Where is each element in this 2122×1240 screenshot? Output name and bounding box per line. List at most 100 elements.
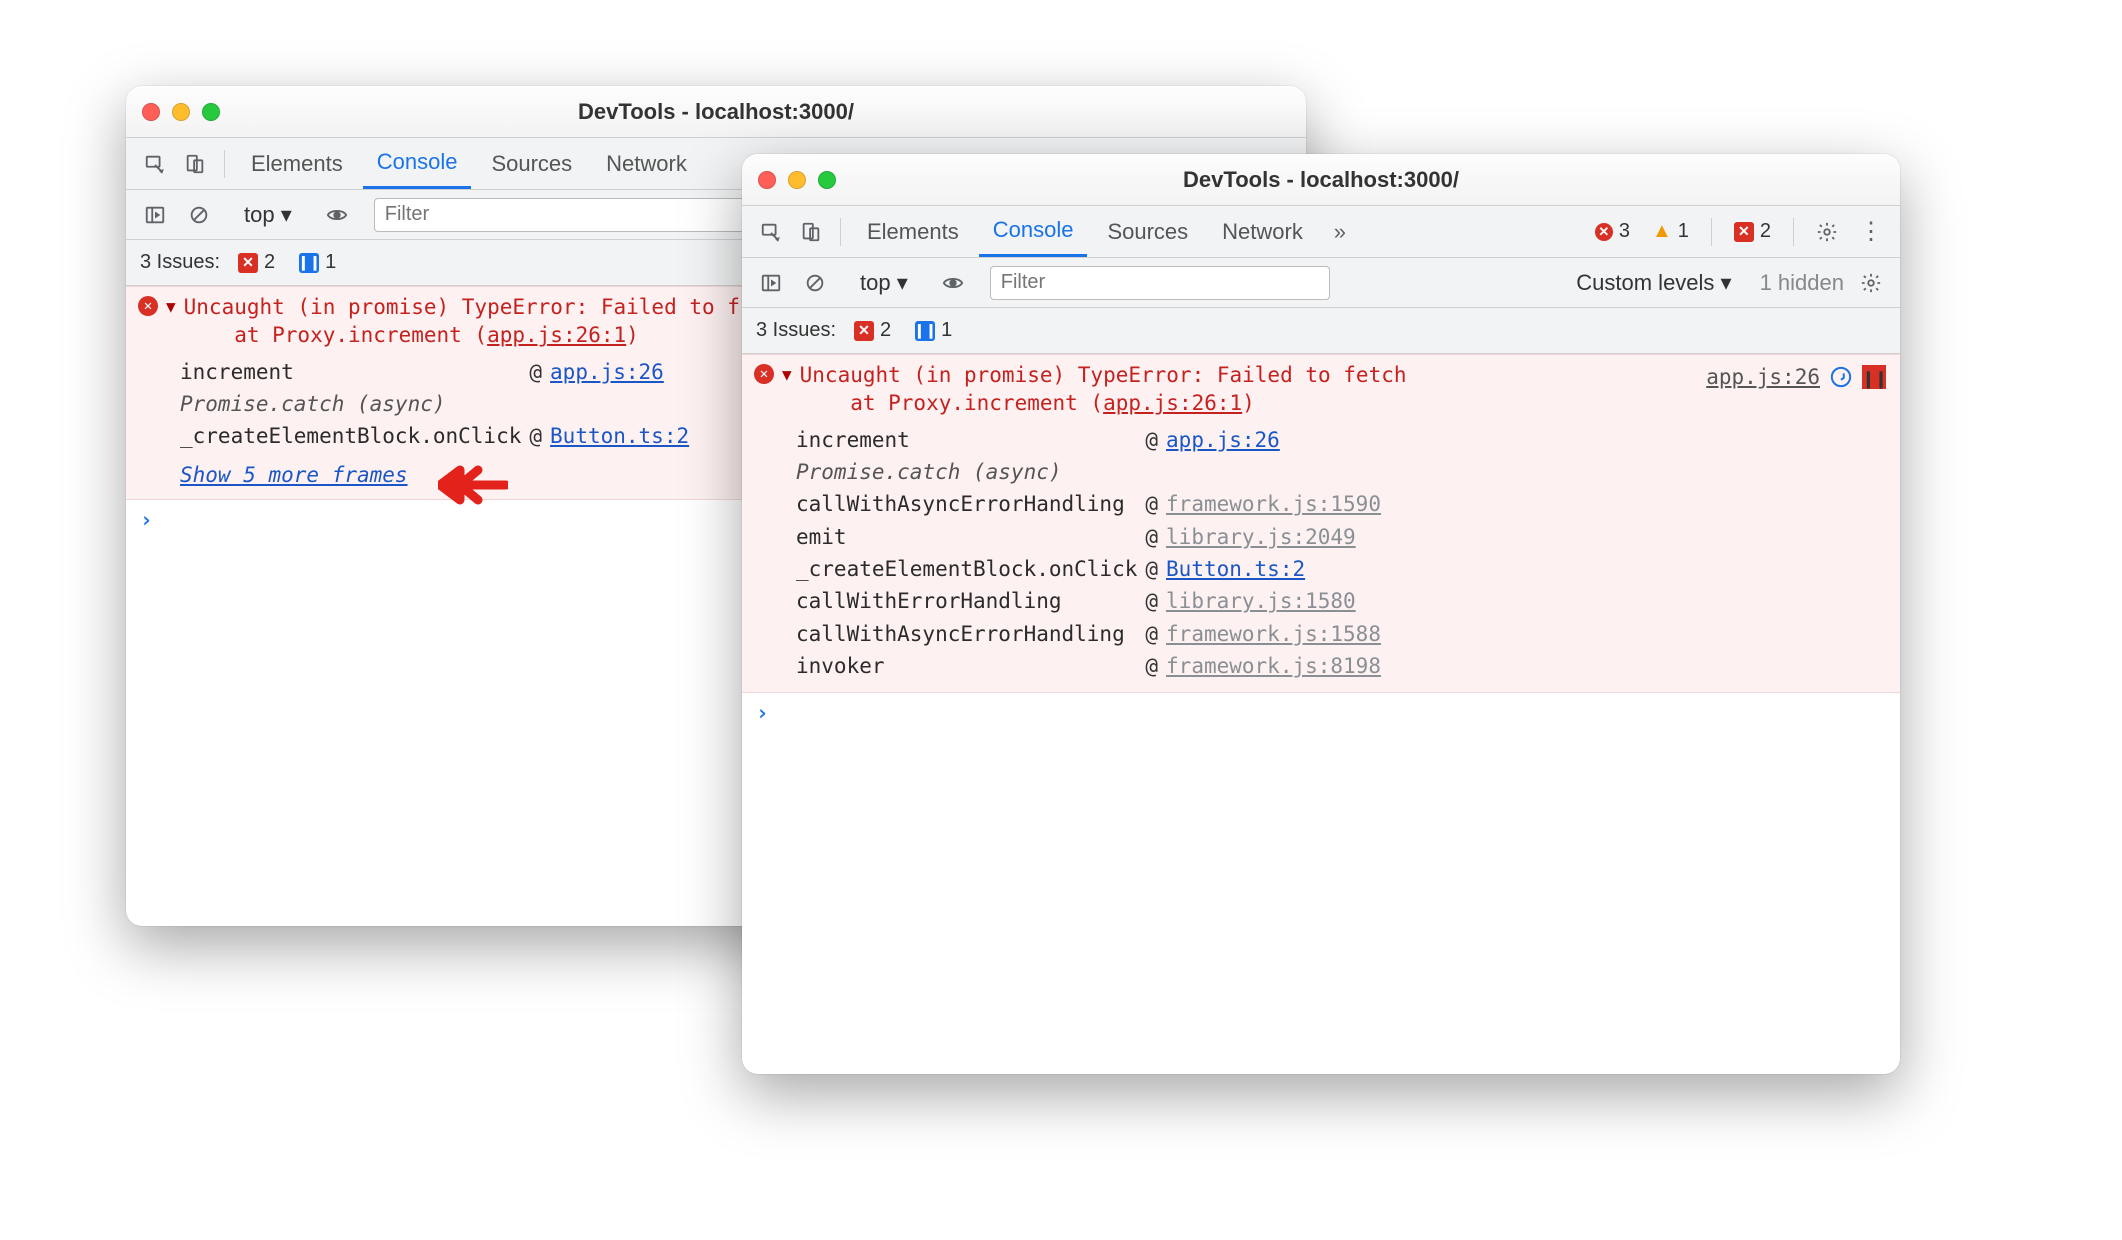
tab-sources[interactable]: Sources xyxy=(1093,206,1202,257)
devtools-window-2: DevTools - localhost:3000/ Elements Cons… xyxy=(742,154,1900,1074)
stack-divider: Promise.catch (async) xyxy=(180,388,697,420)
tab-sources[interactable]: Sources xyxy=(477,138,586,189)
show-more-frames-link[interactable]: Show 5 more frames xyxy=(180,463,408,487)
console-prompt[interactable]: › xyxy=(742,693,1900,733)
settings-icon[interactable] xyxy=(1810,215,1844,249)
error-source-link[interactable]: app.js:26:1 xyxy=(1103,391,1242,415)
titlebar: DevTools - localhost:3000/ xyxy=(742,154,1900,206)
window-title: DevTools - localhost:3000/ xyxy=(742,167,1900,193)
issues-messages[interactable]: ❙❙1 xyxy=(909,317,958,344)
stack-frame-at: @ xyxy=(1145,521,1166,553)
console-toolbar: top ▾ Custom levels ▾ 1 hidden xyxy=(742,258,1900,308)
stack-frame-row: increment@app.js:26 xyxy=(180,356,697,388)
stack-frame-location-link[interactable]: framework.js:1588 xyxy=(1166,622,1381,646)
window-title: DevTools - localhost:3000/ xyxy=(126,99,1306,125)
reload-icon[interactable] xyxy=(1830,366,1852,388)
tab-console[interactable]: Console xyxy=(979,206,1088,257)
sidebar-toggle-icon[interactable] xyxy=(754,266,788,300)
main-tabbar: Elements Console Sources Network » ✕3 ▲1… xyxy=(742,206,1900,258)
stack-frame-location-link[interactable]: Button.ts:2 xyxy=(550,424,689,448)
issues-errors[interactable]: ✕2 xyxy=(232,249,281,276)
stack-frame-row: increment@app.js:26 xyxy=(796,424,1389,456)
disclosure-triangle-icon[interactable]: ▼ xyxy=(782,364,792,386)
stack-frame-row: Promise.catch (async) xyxy=(796,456,1389,488)
stack-frame-at: @ xyxy=(1145,553,1166,585)
traffic-zoom-icon[interactable] xyxy=(818,171,836,189)
issues-bar: 3 Issues: ✕2 ❙❙1 xyxy=(742,308,1900,354)
stack-frame-function: increment xyxy=(180,356,529,388)
stack-frame-location-link[interactable]: library.js:1580 xyxy=(1166,589,1356,613)
status-issues[interactable]: ✕2 xyxy=(1728,218,1777,245)
stack-frame-function: callWithAsyncErrorHandling xyxy=(796,618,1145,650)
stack-frame-location-link[interactable]: Button.ts:2 xyxy=(1166,557,1305,581)
stack-frame-row: Promise.catch (async) xyxy=(180,388,697,420)
context-selector[interactable]: top ▾ xyxy=(852,266,916,300)
more-tabs-icon[interactable]: » xyxy=(1323,215,1357,249)
tab-network[interactable]: Network xyxy=(592,138,701,189)
log-levels-selector[interactable]: Custom levels ▾ xyxy=(1568,266,1739,300)
stack-frame-at: @ xyxy=(1145,650,1166,682)
error-source-link[interactable]: app.js:26:1 xyxy=(487,323,626,347)
hidden-count[interactable]: 1 hidden xyxy=(1760,270,1844,296)
stack-frame-location-link[interactable]: library.js:2049 xyxy=(1166,525,1356,549)
tab-network[interactable]: Network xyxy=(1208,206,1317,257)
error-message: Uncaught (in promise) TypeError: Failed … xyxy=(800,361,1407,418)
stack-frame-function: invoker xyxy=(796,650,1145,682)
stack-trace: increment@app.js:26Promise.catch (async)… xyxy=(754,418,1888,683)
console-error: app.js:26 ❙❙ ✕ ▼ Uncaught (in promise) T… xyxy=(742,354,1900,693)
error-source-right-link[interactable]: app.js:26 xyxy=(1706,363,1820,391)
console-settings-icon[interactable] xyxy=(1854,266,1888,300)
device-toggle-icon[interactable] xyxy=(794,215,828,249)
titlebar: DevTools - localhost:3000/ xyxy=(126,86,1306,138)
error-icon: ✕ xyxy=(138,296,158,316)
stack-frame-location-link[interactable]: app.js:26 xyxy=(1166,428,1280,452)
tab-console[interactable]: Console xyxy=(363,138,472,189)
device-toggle-icon[interactable] xyxy=(178,147,212,181)
stack-frame-at: @ xyxy=(529,356,550,388)
stack-frame-at: @ xyxy=(1145,488,1166,520)
sidebar-toggle-icon[interactable] xyxy=(138,198,172,232)
filter-input[interactable] xyxy=(990,266,1330,300)
disclosure-triangle-icon[interactable]: ▼ xyxy=(166,296,176,318)
stack-frame-row: _createElementBlock.onClick@Button.ts:2 xyxy=(180,420,697,452)
stack-frame-function: emit xyxy=(796,521,1145,553)
stack-frame-row: callWithErrorHandling@library.js:1580 xyxy=(796,585,1389,617)
traffic-minimize-icon[interactable] xyxy=(172,103,190,121)
kebab-menu-icon[interactable]: ⋮ xyxy=(1854,215,1888,249)
error-icon: ✕ xyxy=(754,364,774,384)
context-selector[interactable]: top ▾ xyxy=(236,198,300,232)
live-expression-icon[interactable] xyxy=(320,198,354,232)
traffic-zoom-icon[interactable] xyxy=(202,103,220,121)
inspect-icon[interactable] xyxy=(754,215,788,249)
stack-frame-function: callWithErrorHandling xyxy=(796,585,1145,617)
tab-elements[interactable]: Elements xyxy=(237,138,357,189)
issues-messages[interactable]: ❙❙1 xyxy=(293,249,342,276)
clear-console-icon[interactable] xyxy=(182,198,216,232)
stack-frame-function: increment xyxy=(796,424,1145,456)
feedback-icon[interactable]: ❙❙ xyxy=(1862,365,1886,389)
inspect-icon[interactable] xyxy=(138,147,172,181)
stack-frame-function: _createElementBlock.onClick xyxy=(796,553,1145,585)
live-expression-icon[interactable] xyxy=(936,266,970,300)
status-errors[interactable]: ✕3 xyxy=(1589,218,1636,245)
status-warnings[interactable]: ▲1 xyxy=(1646,218,1695,245)
annotation-arrow-icon xyxy=(438,460,508,515)
stack-frame-row: callWithAsyncErrorHandling@framework.js:… xyxy=(796,618,1389,650)
stack-frame-at: @ xyxy=(1145,618,1166,650)
stack-frame-location-link[interactable]: framework.js:1590 xyxy=(1166,492,1381,516)
traffic-close-icon[interactable] xyxy=(142,103,160,121)
error-message: Uncaught (in promise) TypeError: Failed … xyxy=(184,293,740,350)
stack-frame-location-link[interactable]: app.js:26 xyxy=(550,360,664,384)
issues-label: 3 Issues: xyxy=(140,251,220,274)
clear-console-icon[interactable] xyxy=(798,266,832,300)
traffic-close-icon[interactable] xyxy=(758,171,776,189)
stack-frame-row: callWithAsyncErrorHandling@framework.js:… xyxy=(796,488,1389,520)
issues-label: 3 Issues: xyxy=(756,319,836,342)
issues-errors[interactable]: ✕2 xyxy=(848,317,897,344)
tab-elements[interactable]: Elements xyxy=(853,206,973,257)
traffic-minimize-icon[interactable] xyxy=(788,171,806,189)
stack-frame-row: invoker@framework.js:8198 xyxy=(796,650,1389,682)
stack-frame-location-link[interactable]: framework.js:8198 xyxy=(1166,654,1381,678)
stack-frame-row: emit@library.js:2049 xyxy=(796,521,1389,553)
stack-frame-at: @ xyxy=(1145,424,1166,456)
